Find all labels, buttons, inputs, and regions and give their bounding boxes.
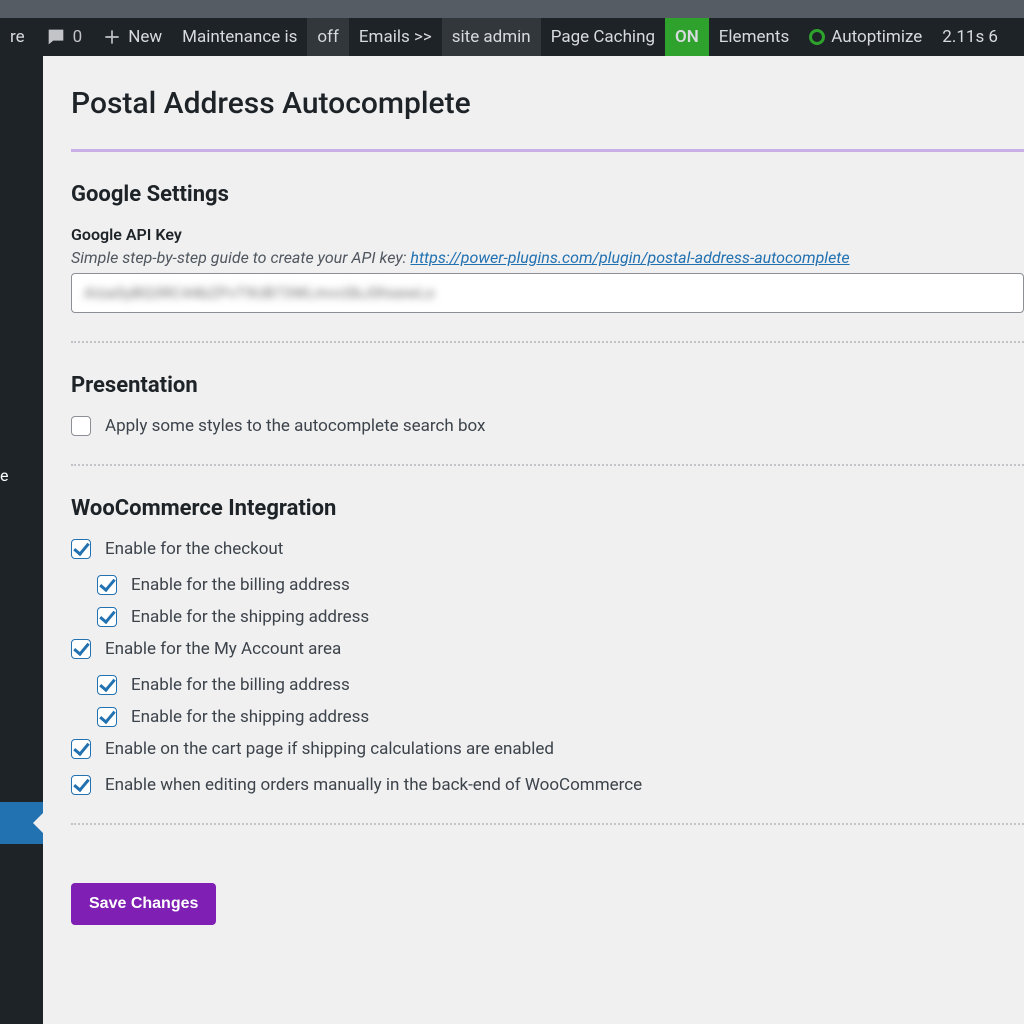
woo-checkout-billing-label: Enable for the billing address xyxy=(131,575,350,595)
woo-enable-cart-label: Enable on the cart page if shipping calc… xyxy=(105,739,554,759)
woo-enable-backend-checkbox[interactable] xyxy=(71,775,91,795)
adminbar-emails[interactable]: Emails >> xyxy=(349,18,442,56)
adminbar-new-label: New xyxy=(128,27,162,47)
section-separator xyxy=(71,464,1024,466)
elements-label: Elements xyxy=(719,27,789,47)
adminbar-fragment-text: re xyxy=(10,27,25,47)
woo-enable-checkout-checkbox[interactable] xyxy=(71,539,91,559)
timing-text: 2.11s 6 xyxy=(942,27,998,47)
adminbar-page-caching[interactable]: Page Caching xyxy=(541,18,665,56)
woo-enable-backend: Enable when editing orders manually in t… xyxy=(71,775,1024,795)
woo-checkout-shipping-label: Enable for the shipping address xyxy=(131,607,369,627)
woo-myaccount-shipping: Enable for the shipping address xyxy=(97,707,1024,727)
api-key-help-prefix: Simple step-by-step guide to create your… xyxy=(71,248,410,267)
woo-enable-myaccount-checkbox[interactable] xyxy=(71,639,91,659)
woocommerce-options: Enable for the checkout Enable for the b… xyxy=(71,539,1024,795)
woo-enable-checkout: Enable for the checkout xyxy=(71,539,1024,559)
adminbar-autoptimize[interactable]: Autoptimize xyxy=(799,18,932,56)
apply-styles-label: Apply some styles to the autocomplete se… xyxy=(105,416,485,436)
adminbar-maintenance-state[interactable]: off xyxy=(307,18,349,56)
maintenance-state: off xyxy=(317,27,339,47)
adminbar-page-caching-state[interactable]: ON xyxy=(665,18,709,56)
woo-checkout-shipping: Enable for the shipping address xyxy=(97,607,1024,627)
site-admin-label: site admin xyxy=(452,27,531,47)
woo-enable-myaccount-label: Enable for the My Account area xyxy=(105,639,341,659)
api-key-label: Google API Key xyxy=(71,225,1024,244)
page-caching-label: Page Caching xyxy=(551,27,655,47)
woo-myaccount-billing: Enable for the billing address xyxy=(97,675,1024,695)
comments-count: 0 xyxy=(73,27,83,47)
admin-sidebar: e xyxy=(0,56,43,1024)
api-key-help: Simple step-by-step guide to create your… xyxy=(71,248,1024,267)
woo-checkout-shipping-checkbox[interactable] xyxy=(97,607,117,627)
page-title: Postal Address Autocomplete xyxy=(71,86,1024,121)
api-key-obscured: AIzaSyBQ3RC44bZPvT9UB73WLmvc0bJ0hsewLo xyxy=(84,284,435,302)
adminbar-site-admin[interactable]: site admin xyxy=(442,18,541,56)
maintenance-label: Maintenance is xyxy=(182,27,297,47)
api-key-input[interactable]: AIzaSyBQ3RC44bZPvT9UB73WLmvc0bJ0hsewLo xyxy=(71,273,1024,313)
sidebar-active-indicator[interactable] xyxy=(0,802,43,844)
autoptimize-label: Autoptimize xyxy=(831,27,922,47)
section-separator xyxy=(71,341,1024,343)
emails-label: Emails >> xyxy=(359,27,432,47)
section-presentation: Presentation xyxy=(71,373,1024,398)
section-woocommerce: WooCommerce Integration xyxy=(71,496,1024,521)
woo-myaccount-shipping-label: Enable for the shipping address xyxy=(131,707,369,727)
woo-myaccount-shipping-checkbox[interactable] xyxy=(97,707,117,727)
woo-enable-myaccount: Enable for the My Account area xyxy=(71,639,1024,659)
section-google-settings: Google Settings xyxy=(71,182,1024,207)
browser-chrome-strip xyxy=(0,0,1024,18)
comment-icon xyxy=(45,26,67,48)
title-separator xyxy=(71,149,1024,152)
status-circle-icon xyxy=(809,29,825,45)
adminbar-new[interactable]: New xyxy=(92,18,172,56)
adminbar-timing[interactable]: 2.11s 6 xyxy=(932,18,1008,56)
woo-enable-cart-checkbox[interactable] xyxy=(71,739,91,759)
api-key-help-link[interactable]: https://power-plugins.com/plugin/postal-… xyxy=(410,248,849,267)
page-caching-state: ON xyxy=(675,27,699,47)
woo-checkout-billing-checkbox[interactable] xyxy=(97,575,117,595)
adminbar-comments[interactable]: 0 xyxy=(35,18,93,56)
woo-checkout-billing: Enable for the billing address xyxy=(97,575,1024,595)
apply-styles-checkbox[interactable] xyxy=(71,416,91,436)
plus-icon xyxy=(102,27,122,47)
section-separator xyxy=(71,823,1024,825)
woo-myaccount-billing-label: Enable for the billing address xyxy=(131,675,350,695)
woo-enable-cart: Enable on the cart page if shipping calc… xyxy=(71,739,1024,759)
woo-enable-checkout-label: Enable for the checkout xyxy=(105,539,283,559)
woo-enable-backend-label: Enable when editing orders manually in t… xyxy=(105,775,642,795)
save-button[interactable]: Save Changes xyxy=(71,883,216,925)
adminbar-maintenance[interactable]: Maintenance is xyxy=(172,18,307,56)
adminbar-elements[interactable]: Elements xyxy=(709,18,799,56)
apply-styles-row: Apply some styles to the autocomplete se… xyxy=(71,416,1024,436)
wp-admin-bar: re 0 New Maintenance is off Emails >> si… xyxy=(0,18,1024,56)
woo-myaccount-billing-checkbox[interactable] xyxy=(97,675,117,695)
sidebar-partial-item[interactable]: e xyxy=(0,466,10,485)
adminbar-fragment: re xyxy=(0,18,35,56)
main-content: Postal Address Autocomplete Google Setti… xyxy=(43,56,1024,1024)
